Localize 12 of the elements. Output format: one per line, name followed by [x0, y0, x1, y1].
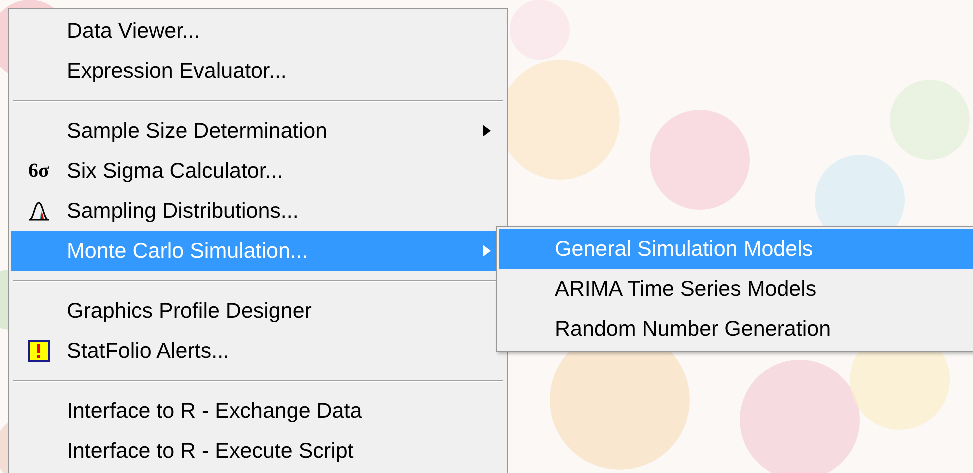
menu-item[interactable]: Interface to R - Exchange Data — [11, 391, 505, 431]
menu-item[interactable]: Random Number Generation — [499, 309, 973, 349]
sigma-glyph-icon: 6σ — [28, 160, 50, 182]
menu-item[interactable]: Expression Evaluator... — [11, 51, 505, 91]
menu-item[interactable]: ARIMA Time Series Models — [499, 269, 973, 309]
menu-item[interactable]: 6σ Six Sigma Calculator... — [11, 151, 505, 191]
menu-item[interactable]: Sample Size Determination — [11, 111, 505, 151]
alert-icon — [28, 340, 50, 362]
bell-curve-icon — [28, 201, 50, 221]
menu-item[interactable]: Data Viewer... — [11, 11, 505, 51]
menu-item[interactable]: Interface to R - Execute Script — [11, 431, 505, 471]
menu-item[interactable]: Sampling Distributions... — [11, 191, 505, 231]
